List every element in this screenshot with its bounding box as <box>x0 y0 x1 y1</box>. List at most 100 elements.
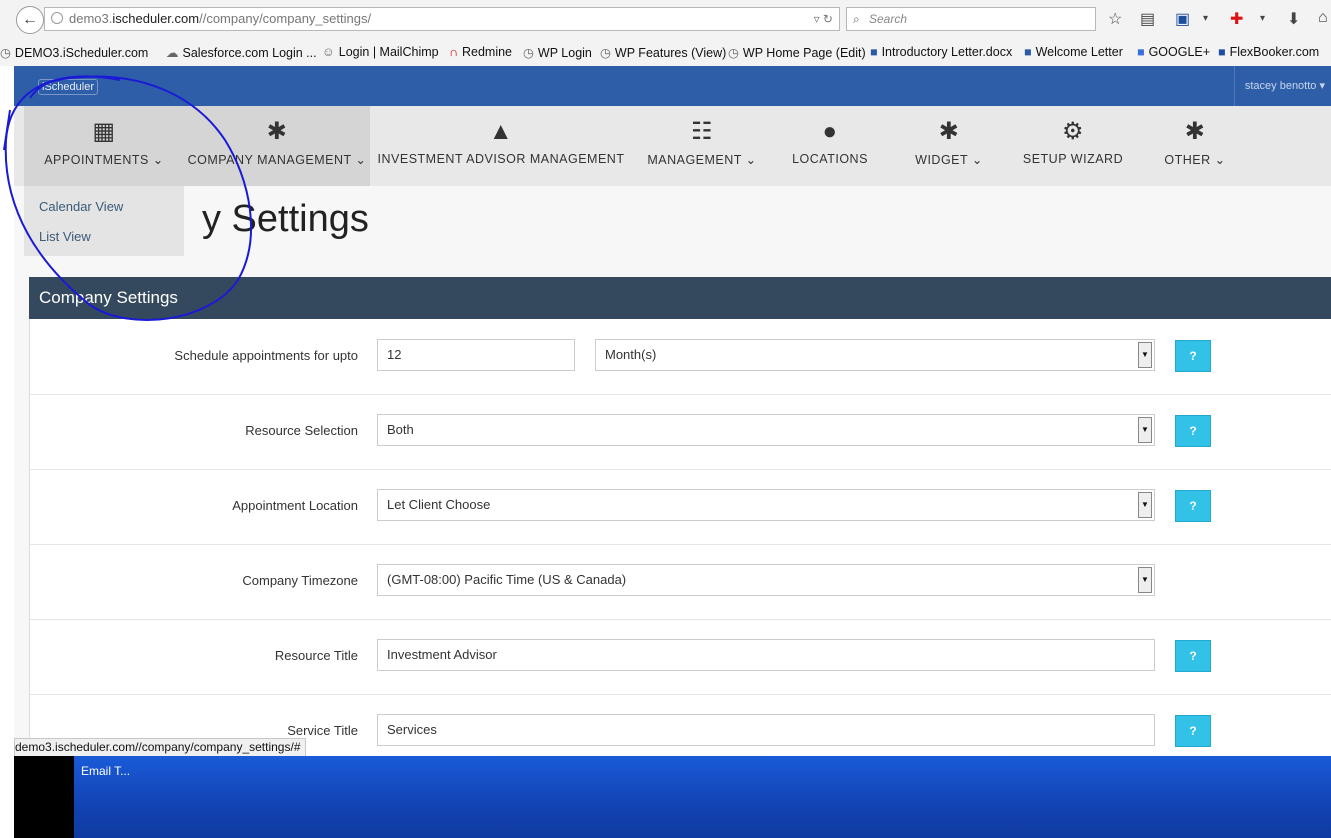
nav-locations[interactable]: ● LOCATIONS <box>784 106 876 186</box>
nav-investment-advisor-management[interactable]: ▲ INVESTMENT ADVISOR MANAGEMENT <box>376 106 626 186</box>
service-title-input[interactable]: Services <box>377 714 1155 746</box>
select-value: Both <box>387 422 414 437</box>
form-row-resource-title: Resource Title Investment Advisor ? <box>30 619 1331 695</box>
bookmark-item[interactable]: ◷ WP Home Page (Edit) <box>728 45 866 60</box>
app-topbar: iScheduler stacey benotto ▾ <box>14 66 1331 106</box>
appointment-location-label: Appointment Location <box>232 498 358 513</box>
chevron-down-icon[interactable]: ▼ <box>1138 492 1152 518</box>
reload-icon[interactable]: ▿ ↻ <box>814 8 833 30</box>
browser-search-input[interactable]: ⌕ Search <box>846 7 1096 31</box>
bookmark-item[interactable]: ◷ WP Login <box>523 45 592 60</box>
help-button[interactable]: ? <box>1175 415 1211 447</box>
app-page: iScheduler stacey benotto ▾ ▦ APPOINTMEN… <box>14 66 1331 756</box>
appointments-dropdown-menu: Calendar View List View <box>24 186 184 256</box>
form-row-appointment-location: Appointment Location Let Client Choose ▼… <box>30 469 1331 545</box>
clock-icon: ◷ <box>0 46 11 60</box>
bookmark-item[interactable]: ☺ Login | MailChimp <box>322 45 439 59</box>
asterisk-icon: ✱ <box>1184 118 1206 145</box>
form-row-timezone: Company Timezone (GMT-08:00) Pacific Tim… <box>30 544 1331 620</box>
bookmark-item[interactable]: ■ FlexBooker.com <box>1218 45 1319 59</box>
url-domain: ischeduler.com <box>112 11 200 26</box>
gears-icon: ⚙ <box>1061 118 1084 145</box>
word-doc-icon: ■ <box>1024 45 1032 59</box>
chevron-down-icon[interactable]: ▼ <box>1138 342 1152 368</box>
home-icon[interactable]: ⌂ <box>1318 9 1328 27</box>
asterisk-icon: ✱ <box>266 118 288 145</box>
browser-toolbar: ← demo3.ischeduler.com//company/company_… <box>0 0 1331 38</box>
nav-label: OTHER ⌄ <box>1164 153 1226 167</box>
left-margin <box>0 66 14 838</box>
bookmark-item[interactable]: ◷ WP Features (View) <box>600 45 726 60</box>
select-value: Let Client Choose <box>387 497 491 512</box>
address-bar[interactable]: demo3.ischeduler.com//company/company_se… <box>44 7 840 31</box>
status-bar-url: demo3.ischeduler.com//company/company_se… <box>14 738 306 758</box>
select-value: (GMT-08:00) Pacific Time (US & Canada) <box>387 572 627 587</box>
nav-label: APPOINTMENTS ⌄ <box>44 153 164 167</box>
nav-appointments[interactable]: ▦ APPOINTMENTS ⌄ <box>24 106 184 186</box>
cloud-icon: ☁ <box>166 46 179 60</box>
appointment-location-select[interactable]: Let Client Choose ▼ <box>377 489 1155 521</box>
help-button[interactable]: ? <box>1175 490 1211 522</box>
schedule-unit-select[interactable]: Month(s) ▼ <box>595 339 1155 371</box>
resource-selection-select[interactable]: Both ▼ <box>377 414 1155 446</box>
search-placeholder: Search <box>869 12 908 26</box>
help-button[interactable]: ? <box>1175 640 1211 672</box>
google-icon: ■ <box>1137 45 1145 59</box>
nav-management[interactable]: ☷ MANAGEMENT ⌄ <box>642 106 762 186</box>
redmine-icon: ∩ <box>449 45 458 59</box>
nav-other[interactable]: ✱ OTHER ⌄ <box>1154 106 1236 186</box>
resource-selection-label: Resource Selection <box>245 423 358 438</box>
bookmark-item[interactable]: ◷ DEMO3.iScheduler.com <box>0 45 148 60</box>
back-arrow-icon[interactable]: ← <box>16 6 44 34</box>
chevron-down-icon[interactable]: ▼ <box>1138 567 1152 593</box>
globe-icon: ● <box>822 118 838 145</box>
chevron-down-icon[interactable]: ▾ <box>1203 13 1208 24</box>
wordpress-icon: ◷ <box>600 46 611 60</box>
bookmark-item[interactable]: ☁ Salesforce.com Login ... <box>166 45 317 60</box>
resource-title-input[interactable]: Investment Advisor <box>377 639 1155 671</box>
star-icon[interactable]: ☆ <box>1108 9 1122 29</box>
wordpress-icon: ◷ <box>728 46 739 60</box>
nav-label: INVESTMENT ADVISOR MANAGEMENT <box>377 152 625 166</box>
form-row-schedule: Schedule appointments for upto 12 Month(… <box>30 319 1331 395</box>
schedule-label: Schedule appointments for upto <box>174 348 358 363</box>
help-button[interactable]: ? <box>1175 715 1211 747</box>
chevron-down-icon[interactable]: ▾ <box>1260 13 1265 24</box>
bookmark-item[interactable]: ■ Welcome Letter <box>1024 45 1123 59</box>
wordpress-icon: ◷ <box>523 46 534 60</box>
reading-list-icon[interactable]: ▤ <box>1140 9 1155 29</box>
company-settings-form: Schedule appointments for upto 12 Month(… <box>29 319 1331 756</box>
bookmark-item[interactable]: ■ Introductory Letter.docx <box>870 45 1012 59</box>
logo[interactable]: iScheduler <box>38 79 98 95</box>
service-title-label: Service Title <box>287 723 358 738</box>
taskbar-item-email[interactable]: Email T... <box>81 764 130 778</box>
url-path: //company/company_settings/ <box>199 11 372 26</box>
bookmarks-bar: ◷ DEMO3.iScheduler.com ☁ Salesforce.com Lo… <box>0 38 1331 67</box>
section-header: Company Settings <box>29 277 1331 319</box>
resource-title-label: Resource Title <box>274 648 358 663</box>
menu-item-calendar-view[interactable]: Calendar View <box>39 199 123 214</box>
nav-label: MANAGEMENT ⌄ <box>647 153 757 167</box>
nav-widget[interactable]: ✱ WIDGET ⌄ <box>907 106 991 186</box>
user-menu[interactable]: stacey benotto ▾ <box>1233 66 1331 106</box>
flexbooker-icon: ■ <box>1218 45 1226 59</box>
nav-label: SETUP WIZARD <box>1022 152 1124 166</box>
chevron-down-icon[interactable]: ▼ <box>1138 417 1152 443</box>
form-row-resource-selection: Resource Selection Both ▼ ? <box>30 394 1331 470</box>
schedule-count-input[interactable]: 12 <box>377 339 575 371</box>
bookmark-item[interactable]: ■ GOOGLE+ <box>1137 45 1210 59</box>
save-icon[interactable]: ▣ <box>1175 9 1190 29</box>
help-button[interactable]: ? <box>1175 340 1211 372</box>
mailchimp-icon: ☺ <box>322 45 335 59</box>
addon-icon[interactable]: ✚ <box>1230 9 1243 29</box>
nav-setup-wizard[interactable]: ⚙ SETUP WIZARD <box>1014 106 1132 186</box>
bookmark-item[interactable]: ∩ Redmine <box>449 45 512 59</box>
nav-label: COMPANY MANAGEMENT ⌄ <box>187 153 367 167</box>
download-icon[interactable]: ⬇ <box>1287 9 1300 29</box>
page-title: y Settings <box>202 198 369 240</box>
list-icon: ☷ <box>690 118 713 145</box>
menu-item-list-view[interactable]: List View <box>39 229 91 244</box>
nav-company-management[interactable]: ✱ COMPANY MANAGEMENT ⌄ <box>184 106 370 186</box>
timezone-select[interactable]: (GMT-08:00) Pacific Time (US & Canada) ▼ <box>377 564 1155 596</box>
select-value: Month(s) <box>605 347 657 362</box>
